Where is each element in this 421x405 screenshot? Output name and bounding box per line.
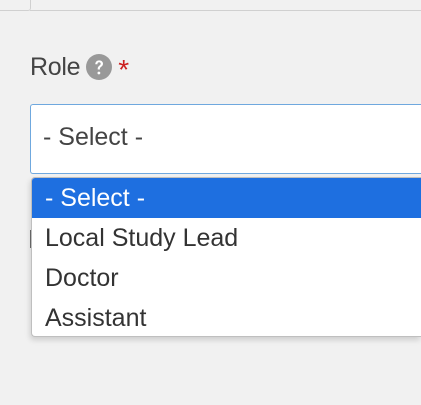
help-icon[interactable]: [86, 54, 113, 80]
question-mark-glyph: [95, 60, 104, 75]
role-label-text: Role: [30, 52, 81, 81]
dropdown-option-select[interactable]: - Select -: [32, 178, 421, 218]
dropdown-option-local-study-lead[interactable]: Local Study Lead: [32, 218, 421, 258]
role-field-label: Role *: [30, 50, 129, 84]
role-select-value: - Select -: [43, 123, 144, 151]
form-panel: Role * - Select - - Select - Local Study…: [0, 0, 421, 405]
dropdown-option-assistant[interactable]: Assistant: [32, 298, 421, 336]
dropdown-option-doctor[interactable]: Doctor: [32, 258, 421, 298]
role-select[interactable]: - Select -: [30, 104, 421, 174]
previous-field-edge: [0, 0, 31, 11]
required-asterisk: *: [118, 54, 130, 85]
previous-field-divider: [30, 10, 421, 11]
role-dropdown-list: - Select - Local Study Lead Doctor Assis…: [31, 177, 421, 337]
